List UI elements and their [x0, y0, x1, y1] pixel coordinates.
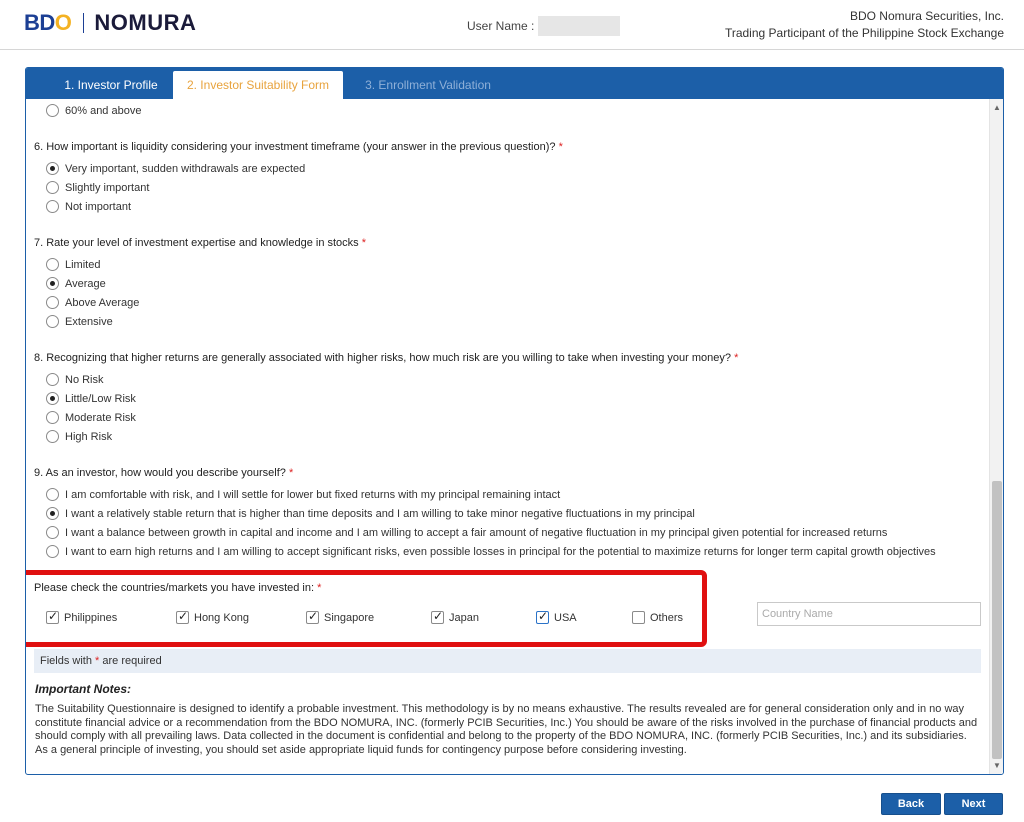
- username-value-masked: [538, 16, 621, 36]
- radio-icon[interactable]: [46, 526, 59, 539]
- radio-icon[interactable]: [46, 162, 59, 175]
- q9-option[interactable]: I am comfortable with risk, and I will s…: [46, 488, 560, 501]
- tab-enrollment-validation: 3. Enrollment Validation: [365, 78, 491, 92]
- market-checkbox-usa[interactable]: USA: [536, 609, 577, 624]
- market-checkbox-singapore[interactable]: Singapore: [306, 609, 374, 624]
- radio-icon[interactable]: [46, 488, 59, 501]
- market-checkbox-others[interactable]: Others: [632, 611, 683, 624]
- important-notes-title: Important Notes:: [35, 682, 131, 696]
- username-display: User Name :: [467, 16, 621, 36]
- company-name: BDO Nomura Securities, Inc.: [849, 9, 1004, 23]
- checkbox-icon[interactable]: [536, 609, 549, 624]
- scroll-down-icon[interactable]: ▼: [990, 759, 1003, 773]
- radio-icon[interactable]: [46, 392, 59, 405]
- form-scroll-content: 60% and above 6. How important is liquid…: [26, 99, 989, 774]
- radio-icon[interactable]: [46, 181, 59, 194]
- q9-option[interactable]: I want a balance between growth in capit…: [46, 526, 887, 539]
- country-name-input[interactable]: [757, 602, 981, 626]
- tab-investor-profile[interactable]: 1. Investor Profile: [49, 71, 173, 99]
- question-8: 8. Recognizing that higher returns are g…: [34, 352, 739, 364]
- q9-option[interactable]: I want to earn high returns and I am wil…: [46, 545, 936, 558]
- q7-option[interactable]: Average: [46, 277, 106, 290]
- q7-option[interactable]: Extensive: [46, 315, 113, 328]
- q6-option[interactable]: Not important: [46, 200, 131, 213]
- vertical-scrollbar[interactable]: ▲ ▼: [989, 99, 1003, 774]
- company-info: BDO Nomura Securities, Inc. Trading Part…: [725, 8, 1004, 42]
- q8-option[interactable]: Moderate Risk: [46, 411, 136, 424]
- required-fields-note: Fields with * are required: [34, 649, 981, 673]
- checkbox-icon[interactable]: [176, 609, 189, 624]
- radio-icon[interactable]: [46, 315, 59, 328]
- radio-icon[interactable]: [46, 104, 59, 117]
- q8-option[interactable]: Little/Low Risk: [46, 392, 136, 405]
- checkbox-icon[interactable]: [46, 609, 59, 624]
- top-header: BDO NOMURA User Name : BDO Nomura Securi…: [0, 0, 1024, 50]
- radio-icon[interactable]: [46, 296, 59, 309]
- radio-icon[interactable]: [46, 430, 59, 443]
- checkbox-icon[interactable]: [306, 609, 319, 624]
- question-9: 9. As an investor, how would you describ…: [34, 467, 294, 479]
- q7-option[interactable]: Above Average: [46, 296, 139, 309]
- q7-option[interactable]: Limited: [46, 258, 100, 271]
- next-button[interactable]: Next: [944, 793, 1003, 815]
- q8-option[interactable]: No Risk: [46, 373, 104, 386]
- back-button[interactable]: Back: [881, 793, 941, 815]
- username-label: User Name :: [467, 19, 535, 33]
- logo-divider: [83, 13, 85, 33]
- radio-icon[interactable]: [46, 200, 59, 213]
- question-7: 7. Rate your level of investment experti…: [34, 237, 367, 249]
- radio-icon[interactable]: [46, 277, 59, 290]
- radio-icon[interactable]: [46, 258, 59, 271]
- q9-option[interactable]: I want a relatively stable return that i…: [46, 507, 695, 520]
- radio-icon[interactable]: [46, 411, 59, 424]
- q6-option[interactable]: Slightly important: [46, 181, 149, 194]
- company-subtitle: Trading Participant of the Philippine St…: [724, 26, 1004, 40]
- radio-icon[interactable]: [46, 545, 59, 558]
- market-checkbox-japan[interactable]: Japan: [431, 609, 479, 624]
- bdo-nomura-logo: BDO NOMURA: [24, 10, 197, 35]
- scroll-up-icon[interactable]: ▲: [990, 101, 1003, 115]
- tab-investor-suitability-form[interactable]: 2. Investor Suitability Form: [173, 71, 343, 99]
- checkbox-icon[interactable]: [431, 609, 444, 624]
- question-6: 6. How important is liquidity considerin…: [34, 141, 563, 153]
- q8-option[interactable]: High Risk: [46, 430, 112, 443]
- wizard-tabs: 1. Investor Profile 2. Investor Suitabil…: [26, 68, 1003, 99]
- q5-option[interactable]: 60% and above: [46, 104, 141, 117]
- q6-option[interactable]: Very important, sudden withdrawals are e…: [46, 162, 305, 175]
- scrollbar-thumb[interactable]: [992, 481, 1002, 759]
- markets-question: Please check the countries/markets you h…: [34, 582, 322, 594]
- market-checkbox-philippines[interactable]: Philippines: [46, 609, 117, 624]
- market-checkbox-hong-kong[interactable]: Hong Kong: [176, 609, 249, 624]
- important-notes-text: The Suitability Questionnaire is designe…: [35, 703, 978, 756]
- suitability-form-panel: 1. Investor Profile 2. Investor Suitabil…: [25, 67, 1004, 775]
- radio-icon[interactable]: [46, 373, 59, 386]
- checkbox-icon[interactable]: [632, 611, 645, 624]
- radio-icon[interactable]: [46, 507, 59, 520]
